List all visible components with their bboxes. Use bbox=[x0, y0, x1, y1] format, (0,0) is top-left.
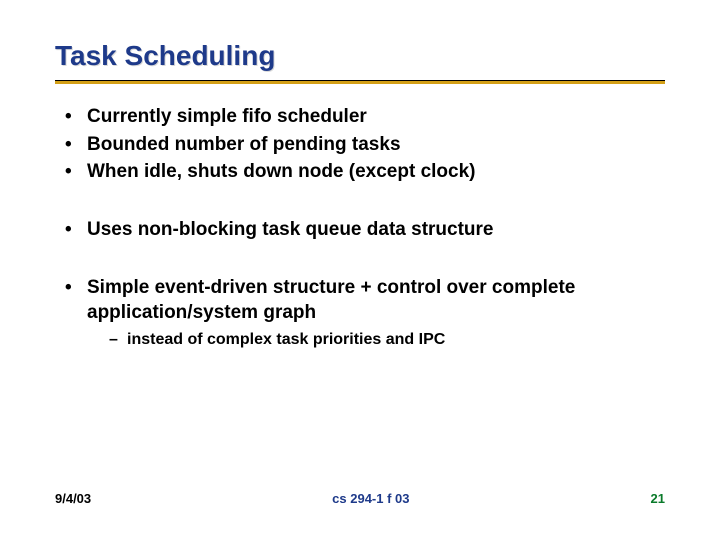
sub-bullet-item: instead of complex task priorities and I… bbox=[109, 330, 665, 351]
bullet-list: Uses non-blocking task queue data struct… bbox=[61, 217, 665, 243]
title-rule bbox=[55, 80, 665, 84]
footer-page-number: 21 bbox=[651, 491, 665, 506]
slide-content: Currently simple fifo scheduler Bounded … bbox=[55, 104, 665, 351]
bullet-item: Uses non-blocking task queue data struct… bbox=[61, 217, 665, 243]
bullet-item: Bounded number of pending tasks bbox=[61, 132, 665, 158]
slide: Task Scheduling Currently simple fifo sc… bbox=[0, 0, 720, 540]
bullet-item: When idle, shuts down node (except clock… bbox=[61, 159, 665, 185]
bullet-list: Currently simple fifo scheduler Bounded … bbox=[61, 104, 665, 185]
sub-bullet-list: instead of complex task priorities and I… bbox=[87, 330, 665, 351]
bullet-item: Simple event-driven structure + control … bbox=[61, 275, 665, 351]
footer-date: 9/4/03 bbox=[55, 491, 91, 506]
bullet-item: Currently simple fifo scheduler bbox=[61, 104, 665, 130]
slide-footer: 9/4/03 cs 294-1 f 03 21 bbox=[55, 491, 665, 506]
bullet-list: Simple event-driven structure + control … bbox=[61, 275, 665, 351]
bullet-text: Simple event-driven structure + control … bbox=[87, 277, 575, 324]
slide-title: Task Scheduling bbox=[55, 40, 665, 72]
footer-course: cs 294-1 f 03 bbox=[91, 491, 650, 506]
